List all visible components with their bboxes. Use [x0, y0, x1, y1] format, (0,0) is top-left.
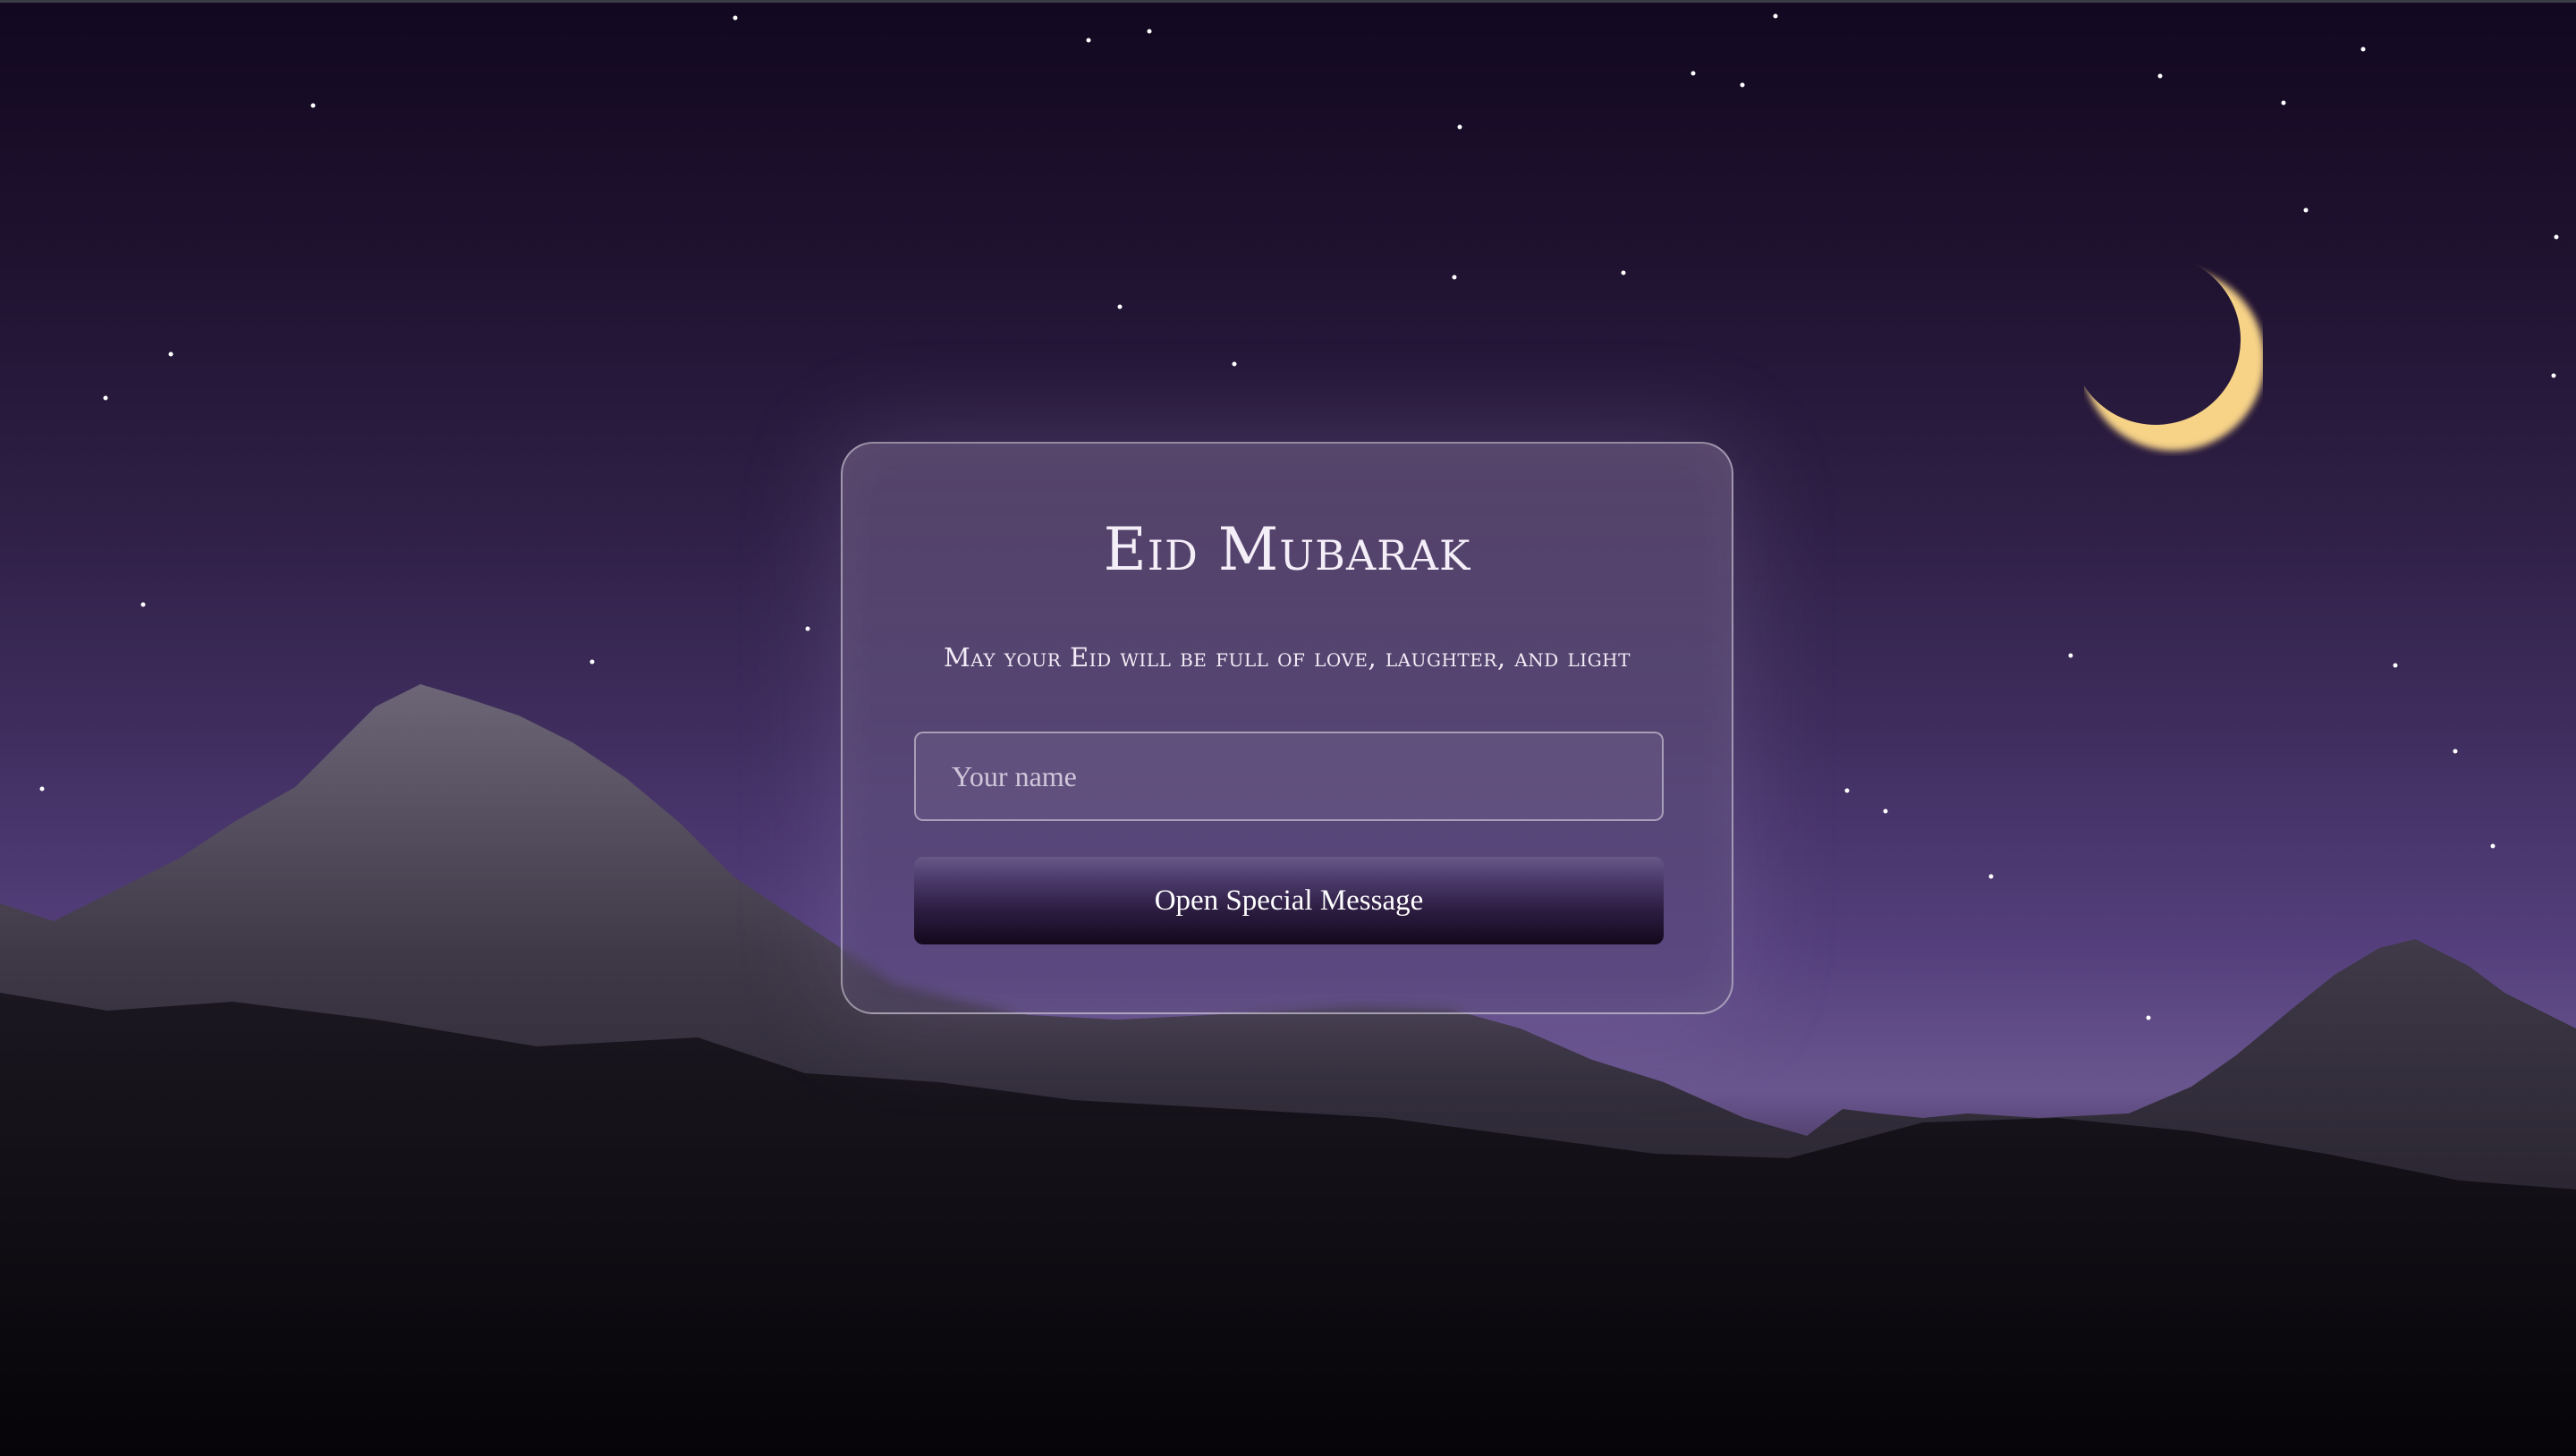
open-special-message-button[interactable]: Open Special Message	[914, 857, 1664, 944]
greeting-card: Eid Mubarak May your Eid will be full of…	[841, 442, 1733, 1014]
card-subtitle: May your Eid will be full of love, laugh…	[944, 642, 1631, 673]
night-sky-background: Eid Mubarak May your Eid will be full of…	[0, 0, 2576, 1456]
name-input[interactable]	[914, 732, 1664, 821]
card-title: Eid Mubarak	[1103, 515, 1471, 584]
